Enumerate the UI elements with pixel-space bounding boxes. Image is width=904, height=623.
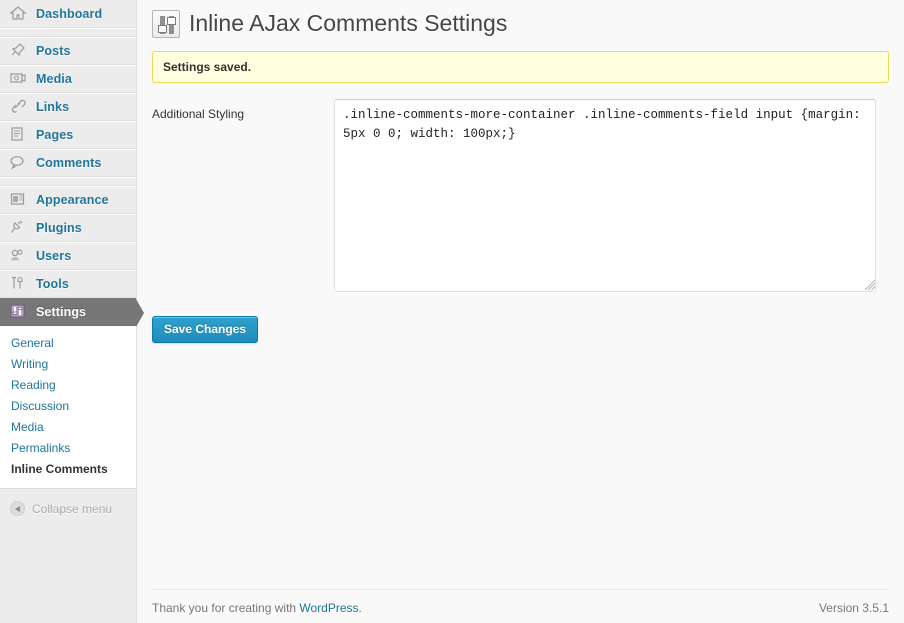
sidebar-item-label: Plugins [36, 221, 82, 235]
sidebar-divider [0, 177, 136, 186]
sidebar-item-settings[interactable]: Settings [0, 298, 144, 327]
dashboard-home-icon [9, 5, 29, 23]
footer-thanks-suffix: . [358, 601, 362, 615]
notice-text: Settings saved. [163, 60, 252, 74]
sidebar-item-pages[interactable]: Pages [0, 121, 136, 149]
admin-footer: Thank you for creating with WordPress. V… [152, 589, 889, 615]
settings-sliders-icon [152, 9, 180, 38]
settings-form: Additional Styling Save C [152, 99, 889, 343]
sidebar-item-label: Posts [36, 44, 71, 58]
submenu-item-general[interactable]: General [0, 333, 136, 354]
admin-sidebar: Dashboard Posts Media Links Pages Commen… [0, 0, 144, 623]
page-header: Inline AJax Comments Settings [152, 0, 889, 42]
sidebar-item-label: Tools [36, 277, 69, 291]
collapse-menu-label: Collapse menu [32, 501, 113, 516]
sidebar-item-label: Pages [36, 128, 74, 142]
comment-bubble-icon [9, 154, 29, 172]
sidebar-item-label: Appearance [36, 193, 109, 207]
submenu-item-permalinks[interactable]: Permalinks [0, 438, 136, 459]
status-notice: Settings saved. [152, 51, 889, 83]
sidebar-item-label: Settings [36, 305, 87, 319]
footer-credit: Thank you for creating with WordPress. [152, 601, 362, 615]
submenu-item-media[interactable]: Media [0, 417, 136, 438]
tools-icon [9, 275, 29, 293]
main-content: Inline AJax Comments Settings Settings s… [137, 0, 904, 623]
sidebar-item-media[interactable]: Media [0, 65, 136, 93]
page-title: Inline AJax Comments Settings [189, 10, 508, 36]
form-row-additional-styling: Additional Styling [152, 99, 889, 292]
appearance-icon [9, 191, 29, 209]
footer-version: Version 3.5.1 [818, 601, 889, 615]
submenu-item-reading[interactable]: Reading [0, 375, 136, 396]
link-icon [9, 98, 29, 116]
sidebar-item-links[interactable]: Links [0, 93, 136, 121]
sidebar-divider [0, 28, 136, 37]
additional-styling-field-cell [334, 99, 889, 292]
sidebar-item-label: Media [36, 72, 72, 86]
collapse-arrow-icon [10, 501, 25, 516]
sidebar-item-users[interactable]: Users [0, 242, 136, 270]
sidebar-item-plugins[interactable]: Plugins [0, 214, 136, 242]
sidebar-item-label: Links [36, 100, 70, 114]
settings-submenu: General Writing Reading Discussion Media… [0, 326, 136, 489]
plug-icon [9, 219, 29, 237]
sidebar-item-label: Users [36, 249, 72, 263]
sidebar-item-label: Dashboard [36, 6, 103, 21]
sidebar-item-comments[interactable]: Comments [0, 149, 136, 177]
settings-sliders-icon [9, 303, 29, 321]
users-icon [9, 247, 29, 265]
collapse-menu-button[interactable]: Collapse menu [0, 489, 136, 516]
submenu-item-inline-comments[interactable]: Inline Comments [0, 459, 136, 480]
sidebar-item-tools[interactable]: Tools [0, 270, 136, 298]
page-icon [9, 126, 29, 144]
additional-styling-textarea[interactable] [334, 99, 876, 292]
wordpress-link[interactable]: WordPress [299, 601, 358, 615]
footer-thanks-prefix: Thank you for creating with [152, 601, 300, 615]
save-changes-button[interactable]: Save Changes [152, 316, 259, 343]
sidebar-item-posts[interactable]: Posts [0, 37, 136, 65]
submenu-item-writing[interactable]: Writing [0, 354, 136, 375]
submenu-item-discussion[interactable]: Discussion [0, 396, 136, 417]
sidebar-item-appearance[interactable]: Appearance [0, 186, 136, 214]
sidebar-item-dashboard[interactable]: Dashboard [0, 0, 136, 28]
camera-icon [9, 70, 29, 88]
pin-icon [9, 42, 29, 60]
submit-area: Save Changes [152, 316, 889, 343]
additional-styling-label: Additional Styling [152, 107, 245, 121]
sidebar-item-label: Comments [36, 156, 102, 170]
wordpress-admin-screen: Dashboard Posts Media Links Pages Commen… [0, 0, 904, 623]
